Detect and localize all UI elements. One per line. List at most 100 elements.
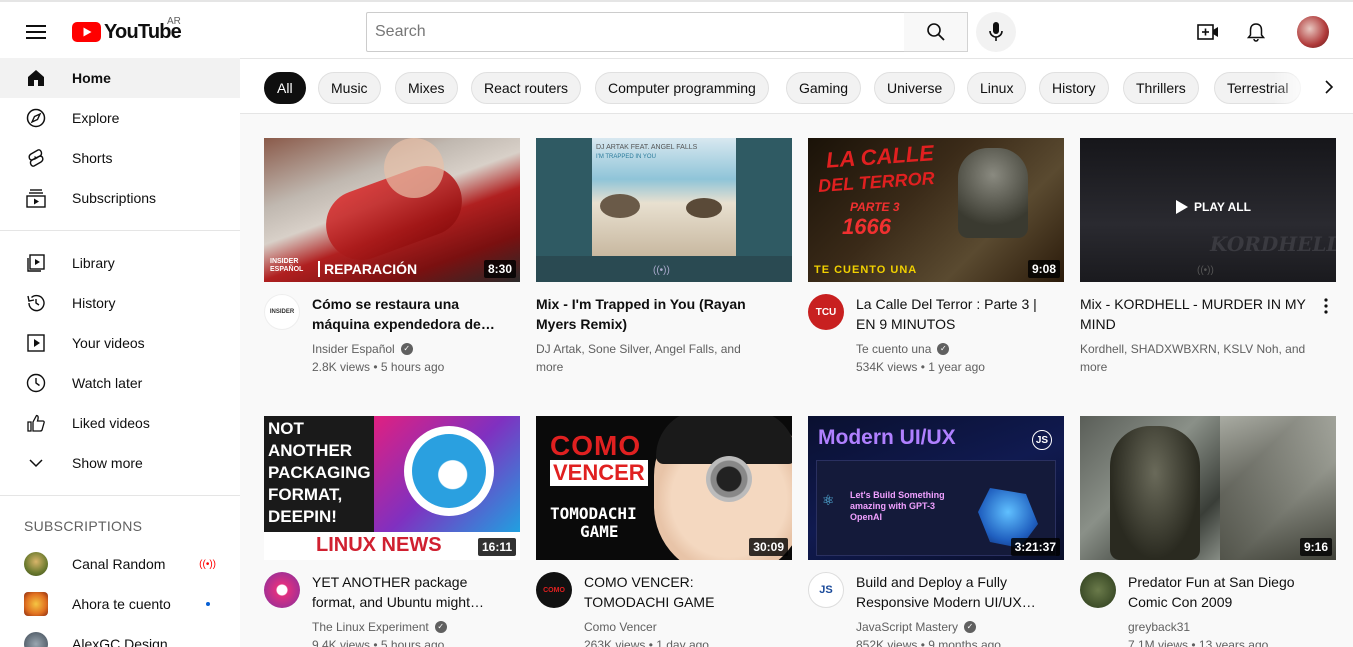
sidebar-item-label: Shorts: [72, 150, 113, 166]
notifications-button[interactable]: [1236, 12, 1276, 52]
channel-name-row: Kordhell, SHADXWBXRN, KSLV Noh, and more: [1080, 340, 1312, 376]
chip-music[interactable]: Music: [318, 72, 381, 104]
sidebar-item-shorts[interactable]: Shorts: [0, 138, 240, 178]
channel-name[interactable]: greyback31: [1128, 618, 1190, 636]
sidebar-divider: [0, 230, 240, 231]
chip-all[interactable]: All: [264, 72, 306, 104]
channel-avatar[interactable]: INSIDER: [264, 294, 300, 330]
video-meta: YET ANOTHER package format, and Ubuntu m…: [264, 572, 520, 647]
video-title[interactable]: COMO VENCER: TOMODACHI GAME: [584, 572, 768, 612]
chip-computer-programming[interactable]: Computer programming: [595, 72, 769, 104]
live-broadcast-icon: ((•)): [199, 558, 216, 570]
video-card[interactable]: LA CALLE DEL TERROR PARTE 3 1666 TE CUEN…: [808, 138, 1064, 376]
video-title[interactable]: Predator Fun at San Diego Comic Con 2009: [1128, 572, 1312, 612]
verified-badge-icon: ✓: [964, 621, 977, 633]
video-card[interactable]: KORDHELL PLAY ALL ((•)) Mix - KORDHELL -…: [1080, 138, 1336, 376]
sidebar-subscription-canal-random[interactable]: Canal Random ((•)): [0, 544, 240, 584]
video-thumbnail[interactable]: DJ ARTAK FEAT. ANGEL FALLS I'M TRAPPED I…: [536, 138, 792, 282]
sidebar-item-subscriptions[interactable]: Subscriptions: [0, 178, 240, 218]
sidebar-item-liked-videos[interactable]: Liked videos: [0, 403, 240, 443]
video-thumbnail[interactable]: 9:16: [1080, 416, 1336, 560]
search-input[interactable]: [367, 13, 904, 51]
video-thumbnail[interactable]: LA CALLE DEL TERROR PARTE 3 1666 TE CUEN…: [808, 138, 1064, 282]
channel-name[interactable]: DJ Artak, Sone Silver, Angel Falls, and …: [536, 340, 768, 376]
video-title[interactable]: Mix - I'm Trapped in You (Rayan Myers Re…: [536, 294, 768, 334]
video-thumbnail[interactable]: Modern UI/UX JS Let's Build Something am…: [808, 416, 1064, 560]
video-meta: TCU La Calle Del Terror : Parte 3 | EN 9…: [808, 294, 1064, 376]
thumbnail-subtitle-text: TOMODACHI: [550, 504, 637, 523]
video-stats: 534K views • 1 year ago: [856, 360, 985, 374]
sidebar-item-home[interactable]: Home: [0, 58, 240, 98]
channel-name[interactable]: Insider Español: [312, 340, 395, 358]
channel-avatar[interactable]: [264, 572, 300, 608]
thumbnail-brand-text: INSIDER ESPAÑOL: [270, 258, 304, 273]
account-avatar[interactable]: [1297, 16, 1329, 48]
thumbnail-news-text: LINUX NEWS: [316, 534, 442, 556]
youtube-logo[interactable]: YouTube: [72, 20, 182, 44]
sidebar-subscription-ahora-te-cuento[interactable]: Ahora te cuento: [0, 584, 240, 624]
sidebar-item-explore[interactable]: Explore: [0, 98, 240, 138]
video-card[interactable]: INSIDER ESPAÑOL REPARACIÓN 8:30 INSIDER …: [264, 138, 520, 376]
channel-name[interactable]: Te cuento una: [856, 340, 931, 358]
upload-age: 1 day ago: [656, 638, 709, 647]
compass-icon: [24, 106, 48, 130]
chip-gaming[interactable]: Gaming: [786, 72, 862, 104]
video-title[interactable]: Build and Deploy a Fully Responsive Mode…: [856, 572, 1040, 612]
channel-avatar: [24, 592, 48, 616]
video-thumbnail[interactable]: INSIDER ESPAÑOL REPARACIÓN 8:30: [264, 138, 520, 282]
sidebar-item-label: Show more: [72, 455, 143, 471]
video-meta: JS Build and Deploy a Fully Responsive M…: [808, 572, 1064, 647]
play-all-overlay[interactable]: PLAY ALL: [1176, 200, 1251, 214]
vertical-dots-icon: [1324, 298, 1328, 314]
sidebar-subscription-alexgc-design[interactable]: AlexGC Design: [0, 624, 240, 647]
channel-name[interactable]: Kordhell, SHADXWBXRN, KSLV Noh, and more: [1080, 340, 1312, 376]
video-thumbnail[interactable]: KORDHELL PLAY ALL ((•)): [1080, 138, 1336, 282]
video-card[interactable]: Modern UI/UX JS Let's Build Something am…: [808, 416, 1064, 647]
video-card[interactable]: COMO VENCER TOMODACHI GAME 30:09 COMO CO…: [536, 416, 792, 647]
channel-avatar[interactable]: TCU: [808, 294, 844, 330]
video-title[interactable]: La Calle Del Terror : Parte 3 | EN 9 MIN…: [856, 294, 1040, 334]
sidebar-item-show-more[interactable]: Show more: [0, 443, 240, 483]
new-content-dot-icon: [206, 602, 210, 606]
thumbs-up-icon: [24, 411, 48, 435]
channel-name-row: Insider Español ✓: [312, 340, 496, 358]
video-title[interactable]: Cómo se restaura una máquina expendedora…: [312, 294, 496, 334]
thumbnail-title-text: COMO: [550, 430, 642, 461]
chip-thrillers[interactable]: Thrillers: [1123, 72, 1199, 104]
chip-react-routers[interactable]: React routers: [471, 72, 582, 104]
chip-linux[interactable]: Linux: [967, 72, 1027, 104]
chips-next-button[interactable]: [1313, 71, 1345, 103]
sidebar-item-your-videos[interactable]: Your videos: [0, 323, 240, 363]
video-title[interactable]: YET ANOTHER package format, and Ubuntu m…: [312, 572, 496, 612]
thumbnail-title-text: DJ ARTAK FEAT. ANGEL FALLS: [596, 144, 698, 151]
thumbnail-subtitle-text: I'M TRAPPED IN YOU: [596, 154, 656, 160]
search-button[interactable]: [904, 12, 968, 52]
channel-name[interactable]: JavaScript Mastery: [856, 618, 958, 636]
chip-mixes[interactable]: Mixes: [395, 72, 458, 104]
voice-search-button[interactable]: [976, 12, 1016, 52]
guide-menu-button[interactable]: [16, 12, 56, 52]
clock-icon: [24, 371, 48, 395]
video-thumbnail[interactable]: COMO VENCER TOMODACHI GAME 30:09: [536, 416, 792, 560]
channel-avatar[interactable]: JS: [808, 572, 844, 608]
thumbnail-subtitle-text: GAME: [580, 522, 619, 541]
video-more-actions-button[interactable]: [1316, 294, 1336, 318]
video-card[interactable]: NOT ANOTHER PACKAGING FORMAT, DEEPIN! LI…: [264, 416, 520, 647]
sidebar-item-library[interactable]: Library: [0, 243, 240, 283]
channel-name[interactable]: The Linux Experiment: [312, 618, 429, 636]
sidebar-item-history[interactable]: History: [0, 283, 240, 323]
chip-universe[interactable]: Universe: [874, 72, 956, 104]
chip-history[interactable]: History: [1039, 72, 1109, 104]
channel-avatar[interactable]: COMO: [536, 572, 572, 608]
video-card[interactable]: DJ ARTAK FEAT. ANGEL FALLS I'M TRAPPED I…: [536, 138, 792, 376]
channel-name[interactable]: Como Vencer: [584, 618, 657, 636]
sidebar-item-watch-later[interactable]: Watch later: [0, 363, 240, 403]
video-stats: 852K views • 9 months ago: [856, 636, 1040, 647]
video-card[interactable]: 9:16 Predator Fun at San Diego Comic Con…: [1080, 416, 1336, 647]
channel-avatar[interactable]: [1080, 572, 1116, 608]
create-video-button[interactable]: [1188, 12, 1228, 52]
video-title[interactable]: Mix - KORDHELL - MURDER IN MY MIND: [1080, 294, 1312, 334]
video-thumbnail[interactable]: NOT ANOTHER PACKAGING FORMAT, DEEPIN! LI…: [264, 416, 520, 560]
thumbnail-year-text: 1666: [842, 214, 891, 239]
play-icon: [1176, 200, 1188, 214]
